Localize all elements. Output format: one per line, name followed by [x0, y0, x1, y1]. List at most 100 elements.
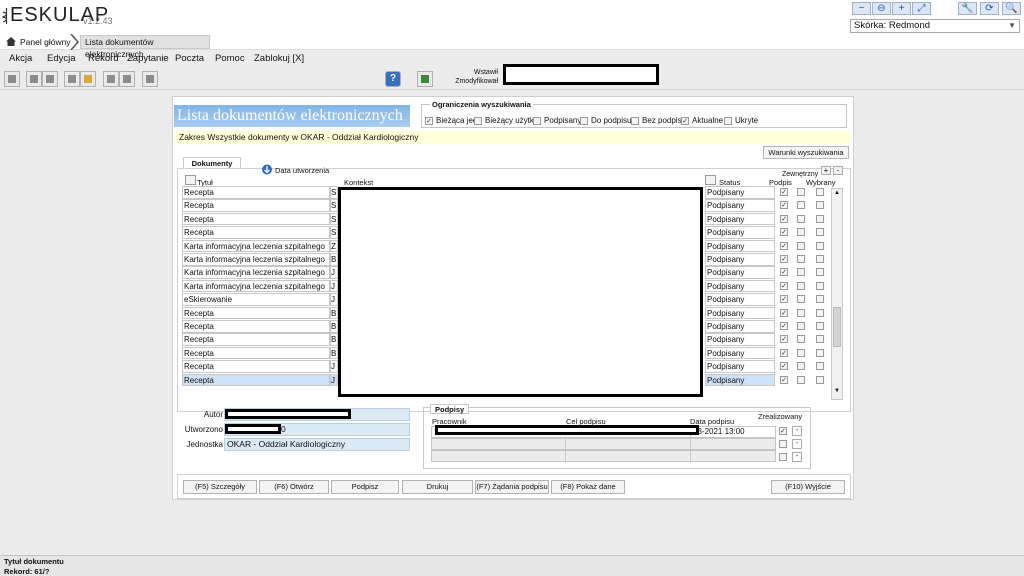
grid-edit-icon[interactable]: [64, 71, 80, 87]
menu-edycja[interactable]: Edycja: [47, 53, 76, 64]
zoom-in-button[interactable]: +: [892, 2, 911, 15]
row-selected-checkbox[interactable]: [816, 255, 824, 263]
menu-akcja[interactable]: Akcja: [9, 53, 32, 64]
row-external-checkbox[interactable]: [797, 268, 805, 277]
row-external-checkbox[interactable]: [797, 362, 805, 371]
row-action-button-2[interactable]: -: [792, 439, 802, 449]
home-icon[interactable]: [6, 37, 16, 46]
column-external[interactable]: Zewnętrzny: [782, 171, 818, 178]
sign-button[interactable]: Podpisz: [331, 480, 399, 494]
row-action-button-1[interactable]: -: [792, 426, 802, 436]
row-signature-checkbox[interactable]: ✓: [780, 255, 788, 263]
row-signature-checkbox[interactable]: ✓: [780, 375, 788, 384]
column-selected[interactable]: Wybrany: [806, 178, 836, 187]
fullscreen-button[interactable]: ⤢: [912, 2, 931, 15]
exit-door-icon[interactable]: [417, 71, 433, 87]
menu-poczta[interactable]: Poczta: [175, 53, 204, 64]
row-external-checkbox[interactable]: [797, 375, 805, 384]
row-signature-checkbox[interactable]: ✓: [780, 281, 788, 290]
scrollbar-thumb[interactable]: [833, 307, 841, 347]
row-signature-checkbox[interactable]: ✓: [780, 268, 788, 277]
row-external-checkbox[interactable]: [797, 322, 805, 330]
row-signature-checkbox[interactable]: ✓: [780, 295, 788, 304]
skin-select[interactable]: Skórka: Redmond ▼: [850, 19, 1020, 33]
row-action-button-3[interactable]: -: [792, 452, 802, 462]
row-signature-checkbox[interactable]: ✓: [780, 362, 788, 371]
filter-unsigned-checkbox[interactable]: [631, 117, 639, 125]
row-signature-checkbox[interactable]: ✓: [780, 348, 788, 357]
row-selected-checkbox[interactable]: [816, 281, 824, 290]
row-selected-checkbox[interactable]: [816, 362, 824, 371]
row-selected-checkbox[interactable]: [816, 348, 824, 357]
row-selected-checkbox[interactable]: [816, 335, 824, 344]
eraser-icon[interactable]: [103, 71, 119, 87]
row-external-checkbox[interactable]: [797, 188, 805, 196]
print-button[interactable]: Drukuj: [402, 480, 473, 494]
exit-button[interactable]: (F10) Wyjście: [771, 480, 845, 494]
status-header-checkbox[interactable]: [705, 175, 716, 185]
row-selected-checkbox[interactable]: [816, 295, 824, 304]
restore-button[interactable]: ⊖: [872, 2, 891, 15]
row-external-checkbox[interactable]: [797, 281, 805, 290]
row-signature-checkbox[interactable]: ✓: [780, 214, 788, 223]
row-signature-checkbox[interactable]: ✓: [780, 308, 788, 317]
filter-current-unit-checkbox[interactable]: ✓: [425, 117, 433, 125]
details-button[interactable]: (F5) Szczegóły: [183, 480, 257, 494]
breadcrumb-home[interactable]: Panel główny: [20, 36, 71, 48]
row-external-checkbox[interactable]: [797, 228, 805, 237]
select-all-checkbox[interactable]: [185, 175, 196, 185]
realized-checkbox-2[interactable]: [779, 440, 787, 448]
column-context[interactable]: Kontekst: [344, 178, 373, 187]
row-signature-checkbox[interactable]: ✓: [780, 335, 788, 344]
row-external-checkbox[interactable]: [797, 214, 805, 223]
settings-button[interactable]: 🔧: [958, 2, 977, 15]
realized-checkbox-3[interactable]: [779, 453, 787, 461]
row-selected-checkbox[interactable]: [816, 201, 824, 210]
row-external-checkbox[interactable]: [797, 241, 805, 250]
row-external-checkbox[interactable]: [797, 335, 805, 344]
filter-current-checkbox[interactable]: ✓: [681, 117, 689, 125]
row-selected-checkbox[interactable]: [816, 241, 824, 250]
row-selected-checkbox[interactable]: [816, 188, 824, 196]
menu-zapytanie[interactable]: Zapytanie: [127, 53, 169, 64]
row-selected-checkbox[interactable]: [816, 268, 824, 277]
notes-icon[interactable]: [80, 71, 96, 87]
row-selected-checkbox[interactable]: [816, 214, 824, 223]
grid-delete-icon[interactable]: [42, 71, 58, 87]
scroll-up-icon[interactable]: ▲: [833, 190, 841, 198]
row-selected-checkbox[interactable]: [816, 308, 824, 317]
row-external-checkbox[interactable]: [797, 201, 805, 210]
row-selected-checkbox[interactable]: [816, 228, 824, 237]
row-signature-checkbox[interactable]: ✓: [780, 201, 788, 210]
menu-pomoc[interactable]: Pomoc: [215, 53, 245, 64]
undo-eraser-icon[interactable]: [119, 71, 135, 87]
filter-hidden-checkbox[interactable]: [724, 117, 732, 125]
filter-to-sign-checkbox[interactable]: [580, 117, 588, 125]
row-external-checkbox[interactable]: [797, 295, 805, 304]
add-icon[interactable]: +: [821, 166, 831, 175]
documents-scrollbar[interactable]: ▲ ▼: [831, 188, 843, 400]
grid-add-icon[interactable]: [26, 71, 42, 87]
row-external-checkbox[interactable]: [797, 348, 805, 357]
row-signature-checkbox[interactable]: ✓: [780, 322, 788, 330]
row-selected-checkbox[interactable]: [816, 375, 824, 384]
sort-down-icon[interactable]: [262, 164, 272, 175]
scroll-down-icon[interactable]: ▼: [833, 388, 841, 396]
row-signature-checkbox[interactable]: ✓: [780, 228, 788, 237]
search-conditions-button[interactable]: Warunki wyszukiwania: [763, 146, 849, 159]
menu-zablokuj[interactable]: Zablokuj [X]: [254, 53, 304, 64]
row-external-checkbox[interactable]: [797, 255, 805, 263]
row-selected-checkbox[interactable]: [816, 322, 824, 330]
search-button[interactable]: 🔍: [1002, 2, 1021, 15]
remove-icon[interactable]: -: [833, 166, 843, 175]
print-icon[interactable]: [142, 71, 158, 87]
filter-current-user-checkbox[interactable]: [474, 117, 482, 125]
refresh-button[interactable]: ⟳: [980, 2, 999, 15]
realized-checkbox-1[interactable]: ✓: [779, 427, 787, 435]
minimize-button[interactable]: −: [852, 2, 871, 15]
signatures-tab[interactable]: Podpisy: [430, 404, 470, 414]
filter-signed-checkbox[interactable]: [533, 117, 541, 125]
menu-rekord[interactable]: Rekord: [88, 53, 119, 64]
open-button[interactable]: (F6) Otwórz: [259, 480, 329, 494]
signature-requests-button[interactable]: (F7) Żądania podpisu: [475, 480, 549, 494]
